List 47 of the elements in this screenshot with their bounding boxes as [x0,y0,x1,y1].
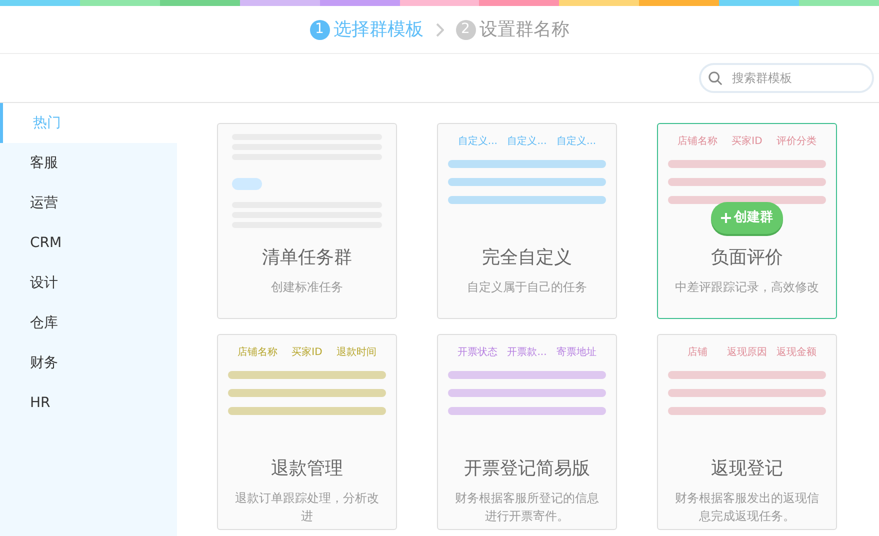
column-label: 返现金额 [776,346,816,360]
sidebar-item[interactable]: 财务 [0,343,177,383]
sidebar-item[interactable]: 设计 [0,263,177,303]
step-number: 1 [310,20,330,40]
column-label: 店铺名称 [238,346,278,360]
template-card[interactable]: 自定义... 自定义... 自定义... 完全自定义 自定义属于自己的任务 [437,123,617,319]
column-label: 返现原因 [726,346,767,360]
search-field[interactable]: 搜索群模板 [699,63,874,93]
column-label: 寄票地址 [556,346,596,360]
step-label: 选择群模板 [334,18,424,42]
template-description: 自定义属于自己的任务 [466,279,588,296]
plus-icon [721,213,731,223]
column-label: 店铺名称 [678,134,718,149]
template-card[interactable]: 店铺 返现原因 返现金额 返现登记 财务根据客服发出的返现信息完成返现任务。 [657,334,837,530]
column-label: 开票款... [507,346,547,360]
column-label: 开票状态 [458,346,498,360]
template-title: 返现登记 [711,457,783,481]
sidebar-item[interactable]: CRM [0,223,177,263]
template-description: 财务根据客服所登记的信息进行开票寄件。 [454,490,600,525]
column-label: 评价分类 [776,134,816,149]
sidebar-item[interactable]: 运营 [0,183,177,223]
template-title: 开票登记简易版 [464,457,590,481]
column-label: 自定义... [507,134,547,149]
column-label: 退款时间 [336,346,376,360]
step-label: 设置群名称 [480,18,570,42]
template-title: 完全自定义 [482,246,572,270]
column-label: 店铺 [688,346,708,360]
template-title: 退款管理 [271,457,343,481]
column-label: 买家ID [292,346,322,360]
template-card[interactable]: 开票状态 开票款... 寄票地址 开票登记简易版 财务根据客服所登记的信息进行开票寄件。 [437,334,617,530]
template-card[interactable]: 清单任务群 创建标准任务 [217,123,397,319]
template-card[interactable]: 店铺名称 买家ID 评价分类 创建群 负面评价 中差评跟踪记录，高效修改 [657,123,837,319]
column-label: 自定义... [458,134,498,149]
sidebar-item[interactable]: HR [0,383,177,423]
sidebar-item[interactable]: 客服 [0,143,177,183]
column-label: 买家ID [732,134,762,149]
template-title: 清单任务群 [262,246,352,270]
sidebar-item[interactable]: 仓库 [0,303,177,343]
template-description: 退款订单跟踪处理，分析改进 [234,490,380,525]
template-description: 创建标准任务 [270,279,344,296]
template-card[interactable]: 店铺名称 买家ID 退款时间 退款管理 退款订单跟踪处理，分析改进 [217,334,397,530]
chevron-right-icon [436,22,444,36]
template-description: 中差评跟踪记录，高效修改 [674,279,820,296]
template-title: 负面评价 [711,246,783,270]
template-description: 财务根据客服发出的返现信息完成返现任务。 [674,490,820,525]
search-icon [708,71,723,86]
column-label: 自定义... [556,134,596,149]
